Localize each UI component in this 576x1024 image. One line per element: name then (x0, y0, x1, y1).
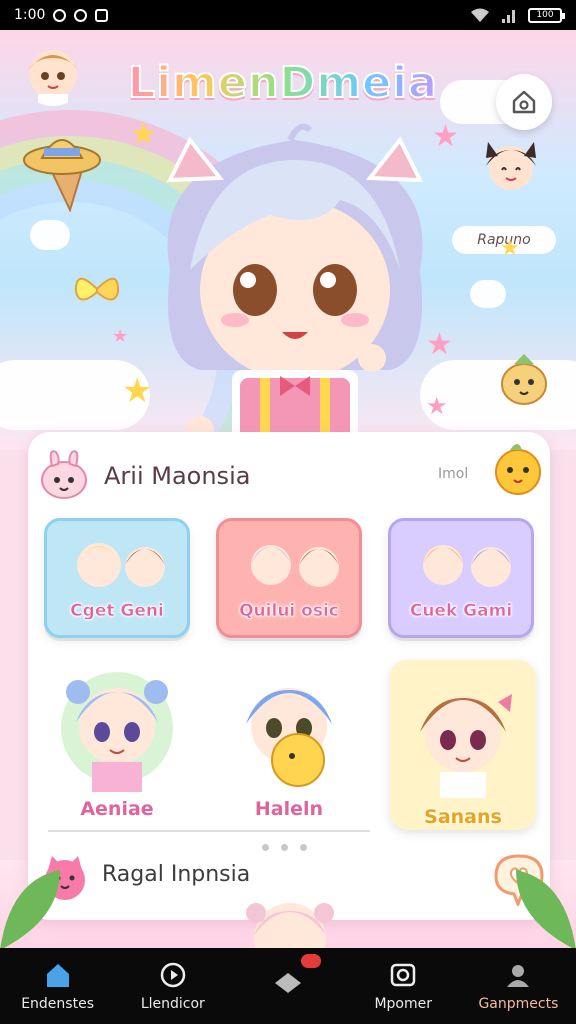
category-tile[interactable]: Quilui osic (216, 518, 362, 638)
star-icon: ★ (122, 371, 153, 411)
character-avatar-illustration (61, 672, 173, 792)
camera-icon (388, 960, 418, 990)
tile-label: Cuek Gami (409, 601, 513, 622)
nav-tab-camera[interactable]: Mpomer (346, 948, 461, 1024)
butterfly-icon (74, 277, 120, 301)
card-aux-text: Imol (438, 466, 469, 482)
hedgehog-icon (501, 354, 547, 405)
icecream-hat-icon (23, 139, 101, 212)
cloud-decoration (30, 220, 70, 250)
notification-icon (53, 8, 67, 22)
nav-tab-play[interactable]: Llendicor (115, 948, 322, 1024)
peeking-character-illustration (246, 903, 334, 949)
character-label: Sanans (424, 806, 502, 828)
tile-characters-illustration (77, 543, 165, 587)
star-icon: ★ (500, 236, 520, 261)
section-subtitle: Ragal Inpnsia (102, 862, 251, 887)
tile-label: Cget Geni (70, 601, 164, 622)
battery-icon: 100 (528, 7, 565, 23)
play-icon (158, 960, 188, 990)
character-label: Aeniae (80, 798, 154, 820)
profile-icon (503, 960, 533, 990)
nav-tab-explore[interactable] (230, 948, 345, 1024)
nav-tab-profile[interactable]: Ganpmects (461, 948, 576, 1024)
tile-label: Quilui osic (239, 601, 339, 622)
bottom-navigation: Endenstes Llendicor Mpomer Ganpmects (0, 948, 576, 1024)
pagination-dot[interactable] (281, 844, 288, 851)
card-header: Arii Maonsia Imol (28, 432, 550, 514)
app-notification-icon (95, 8, 109, 22)
bunny-mascot-icon (41, 450, 87, 499)
star-icon: ★ (112, 326, 129, 347)
app-title: LimenDmeia (118, 57, 448, 109)
nav-tab-home[interactable]: Endenstes (0, 948, 115, 1024)
character-item[interactable]: Sanans (390, 660, 536, 830)
tile-characters-illustration (251, 545, 339, 587)
nav-label: Endenstes (21, 996, 94, 1012)
settings-button[interactable] (496, 74, 552, 130)
status-time: 1:00 (14, 7, 46, 23)
chibi-avatar-icon (28, 50, 78, 106)
character-item[interactable]: Haleln (216, 654, 362, 822)
home-icon (43, 960, 73, 990)
wifi-icon (471, 8, 489, 22)
hero-character-illustration (166, 123, 424, 450)
character-avatar-illustration (246, 688, 332, 787)
hero-banner: LimenDmeia Rapuno ★ ★ ★ ★ ★ ★ ★ (0, 30, 576, 450)
divider (48, 830, 370, 832)
diamond-icon (273, 968, 303, 998)
pagination-dot[interactable] (262, 844, 269, 851)
character-item[interactable]: Aeniae (44, 654, 190, 822)
leaf-decoration (0, 870, 60, 950)
battery-level: 100 (536, 9, 554, 20)
category-tile[interactable]: Cget Geni (44, 518, 190, 638)
chick-mascot-icon (495, 444, 541, 495)
nav-label: Llendicor (140, 996, 205, 1012)
character-label: Haleln (254, 798, 324, 820)
status-bar: 1:00 100 (0, 0, 576, 30)
signal-icon (502, 10, 515, 23)
content-card: Arii Maonsia Imol Cget Geni Quilui osic … (28, 432, 550, 920)
pagination-dot[interactable] (300, 844, 307, 851)
pagination-dots[interactable] (262, 844, 307, 851)
category-tile[interactable]: Cuek Gami (388, 518, 534, 638)
nav-label: Mpomer (374, 996, 432, 1012)
home-settings-icon (512, 90, 536, 114)
character-avatar-illustration (420, 694, 512, 798)
cloud-decoration (470, 280, 506, 308)
media-icon (74, 8, 88, 22)
leaf-decoration (516, 870, 576, 950)
cat-girl-avatar-icon (486, 142, 536, 190)
card-title: Arii Maonsia (104, 462, 251, 490)
nav-label: Ganpmects (478, 996, 559, 1012)
tile-characters-illustration (423, 545, 511, 587)
